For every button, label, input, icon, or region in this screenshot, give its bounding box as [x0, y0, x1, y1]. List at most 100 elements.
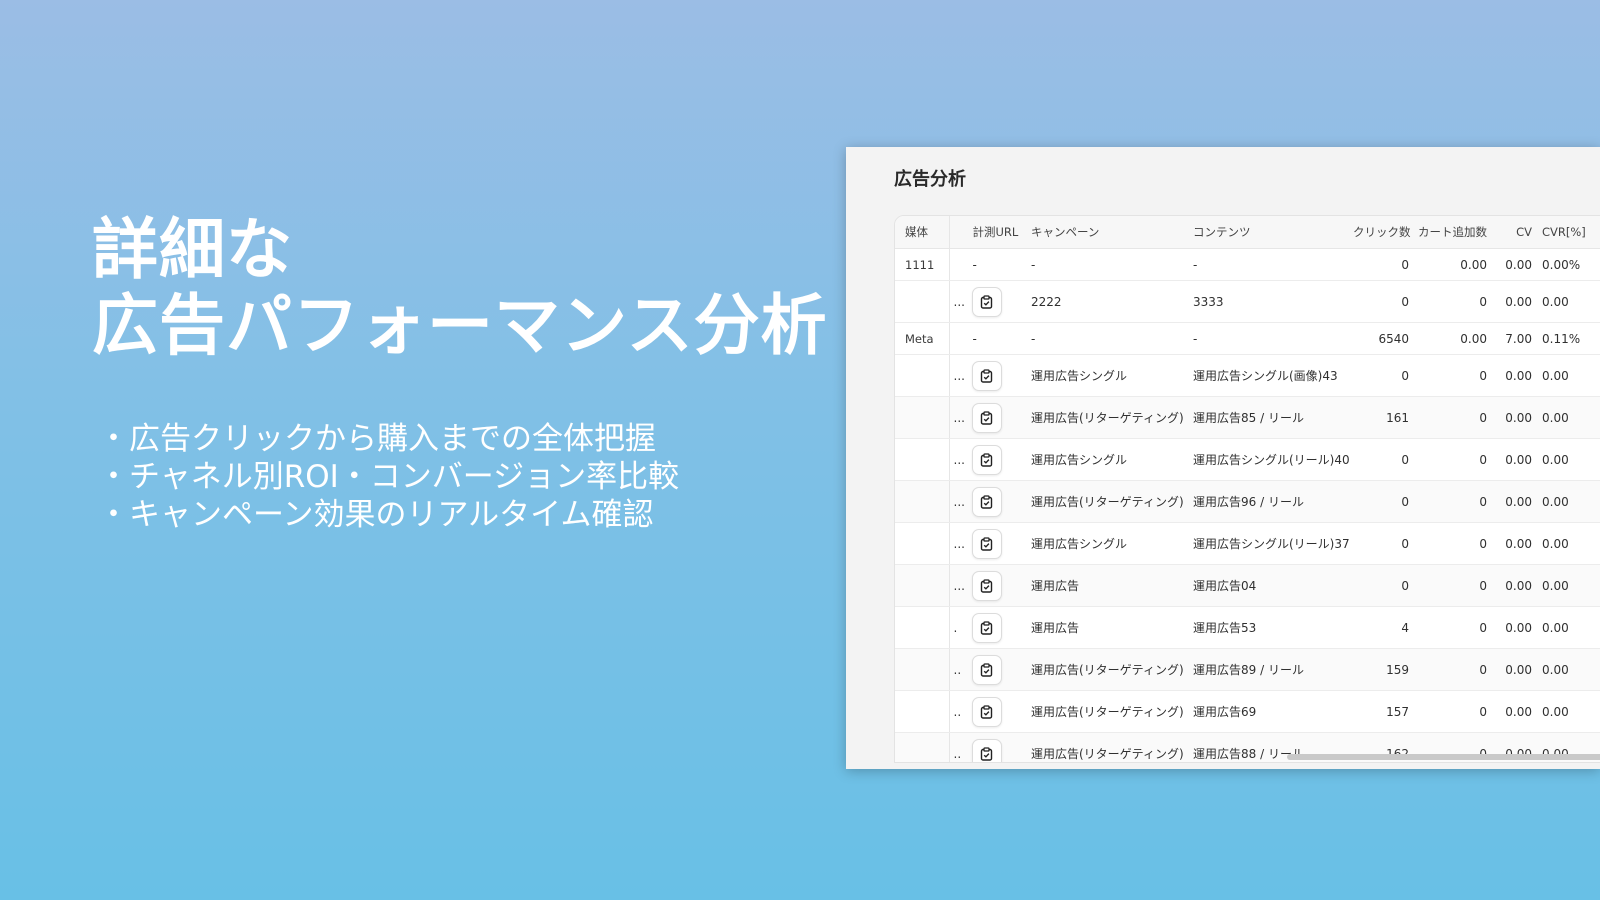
- cell-url: ...: [949, 480, 1027, 523]
- cell-content: -: [1189, 322, 1353, 355]
- cell-clicks: 0: [1353, 280, 1413, 323]
- copy-url-button[interactable]: [971, 612, 1002, 643]
- clipboard-check-icon: [980, 368, 993, 383]
- cell-campaign: 運用広告シングル: [1027, 354, 1189, 397]
- truncated-url: ...: [953, 294, 965, 309]
- cell-campaign: 2222: [1027, 280, 1189, 323]
- cell-media-empty: [895, 606, 950, 649]
- clipboard-check-icon: [980, 620, 993, 635]
- cell-cvr: 0.00%: [1536, 248, 1600, 281]
- cell-url: ...: [949, 354, 1027, 397]
- feature-item: 広告クリックから購入までの全体把握: [98, 420, 679, 458]
- table-row[interactable]: ... 運用広告シングル 運用広告シングル(画像)43 0 0 0.00 0.00: [895, 354, 1600, 397]
- cell-clicks: 0: [1353, 480, 1413, 523]
- cell-url: ..: [949, 690, 1027, 733]
- table-row[interactable]: ... 運用広告(リターゲティング) 運用広告96 / リール 0 0 0.00 0.00: [895, 480, 1600, 523]
- cell-cv: 0.00: [1491, 522, 1536, 565]
- cell-clicks: 0: [1353, 248, 1413, 281]
- truncated-url: .: [953, 620, 958, 635]
- cell-content: 3333: [1189, 280, 1353, 323]
- cell-cvr: 0.00: [1536, 354, 1600, 397]
- cell-cart: 0: [1413, 648, 1491, 691]
- cell-content: 運用広告04: [1189, 564, 1353, 607]
- clipboard-check-icon: [980, 536, 993, 551]
- col-header-clicks[interactable]: クリック数: [1353, 216, 1413, 249]
- cell-cv: 0.00: [1491, 280, 1536, 323]
- cell-cv: 0.00: [1491, 564, 1536, 607]
- table-header-row: 媒体 計測URL キャンペーン コンテンツ クリック数 カート追加数 CV CV…: [895, 216, 1600, 249]
- table-row[interactable]: .. 運用広告(リターゲティング) 運用広告89 / リール 159 0 0.00 0.00: [895, 648, 1600, 691]
- cell-cvr: 0.00: [1536, 480, 1600, 523]
- ad-analysis-panel: 広告分析 媒体 計測URL キャンペーン コンテンツ クリック数 カート追加数 …: [846, 147, 1600, 769]
- copy-url-button[interactable]: [971, 486, 1002, 517]
- clipboard-check-icon: [980, 294, 993, 309]
- table-row[interactable]: ... 運用広告シングル 運用広告シングル(リール)37 0 0 0.00 0.00: [895, 522, 1600, 565]
- table-row[interactable]: ... 2222 3333 0 0 0.00 0.00: [895, 280, 1600, 323]
- col-header-content[interactable]: コンテンツ: [1189, 216, 1353, 249]
- clipboard-check-icon: [980, 452, 993, 467]
- cell-content: -: [1189, 248, 1353, 281]
- table-row[interactable]: ... 運用広告(リターゲティング) 運用広告85 / リール 161 0 0.00 0.0…: [895, 396, 1600, 439]
- cell-cvr: 0.00: [1536, 648, 1600, 691]
- cell-campaign: -: [1027, 322, 1189, 355]
- cell-content: 運用広告89 / リール: [1189, 648, 1353, 691]
- table-row-media[interactable]: Meta - - -6540 0.00 7.00 0.11%: [895, 322, 1600, 355]
- copy-url-button[interactable]: [971, 654, 1002, 685]
- cell-url: ...: [949, 438, 1027, 481]
- clipboard-check-icon: [980, 410, 993, 425]
- feature-list: 広告クリックから購入までの全体把握 チャネル別ROI・コンバージョン率比較 キャ…: [98, 420, 679, 534]
- cell-content: 運用広告シングル(リール)37: [1189, 522, 1353, 565]
- cell-cvr: 0.00: [1536, 522, 1600, 565]
- copy-url-button[interactable]: [971, 528, 1002, 559]
- cell-cart: 0: [1413, 690, 1491, 733]
- cell-clicks: 161: [1353, 396, 1413, 439]
- cell-content: 運用広告69: [1189, 690, 1353, 733]
- cell-cart: 0: [1413, 606, 1491, 649]
- cell-cvr: 0.11%: [1536, 322, 1600, 355]
- copy-url-button[interactable]: [971, 570, 1002, 601]
- col-header-cv[interactable]: CV: [1491, 216, 1536, 249]
- cell-cart: 0.00: [1413, 248, 1491, 281]
- cell-cart: 0: [1413, 522, 1491, 565]
- clipboard-check-icon: [980, 746, 993, 761]
- cell-cvr: 0.00: [1536, 280, 1600, 323]
- clipboard-check-icon: [980, 662, 993, 677]
- table-row-media[interactable]: 1111- - -0 0.00 0.00 0.00%: [895, 248, 1600, 281]
- cell-campaign: 運用広告(リターゲティング): [1027, 648, 1189, 691]
- cell-media: Meta: [895, 322, 950, 355]
- horizontal-scrollbar[interactable]: [1287, 754, 1600, 760]
- col-header-cart[interactable]: カート追加数: [1413, 216, 1491, 249]
- copy-url-button[interactable]: [971, 286, 1002, 317]
- clipboard-check-icon: [980, 704, 993, 719]
- col-header-url[interactable]: 計測URL: [949, 216, 1027, 249]
- cell-cvr: 0.00: [1536, 564, 1600, 607]
- col-header-cvr[interactable]: CVR[%]: [1536, 216, 1600, 249]
- copy-url-button[interactable]: [971, 444, 1002, 475]
- truncated-url: ..: [953, 746, 962, 761]
- table-row[interactable]: ... 運用広告 運用広告04 0 0 0.00 0.00: [895, 564, 1600, 607]
- col-header-media[interactable]: 媒体: [895, 216, 950, 249]
- copy-url-button[interactable]: [971, 738, 1002, 762]
- cell-url: ..: [949, 648, 1027, 691]
- table-row[interactable]: .. 運用広告(リターゲティング) 運用広告69 157 0 0.00 0.00: [895, 690, 1600, 733]
- cell-url: ...: [949, 522, 1027, 565]
- cell-url: ...: [949, 564, 1027, 607]
- col-header-campaign[interactable]: キャンペーン: [1027, 216, 1189, 249]
- copy-url-button[interactable]: [971, 360, 1002, 391]
- cell-clicks: 6540: [1353, 322, 1413, 355]
- cell-campaign: 運用広告シングル: [1027, 438, 1189, 481]
- cell-media-empty: [895, 280, 950, 323]
- cell-cart: 0.00: [1413, 322, 1491, 355]
- copy-url-button[interactable]: [971, 402, 1002, 433]
- ad-analysis-table-container[interactable]: 媒体 計測URL キャンペーン コンテンツ クリック数 カート追加数 CV CV…: [894, 215, 1600, 763]
- table-row[interactable]: . 運用広告 運用広告53 4 0 0.00 0.00: [895, 606, 1600, 649]
- truncated-url: ...: [953, 578, 965, 593]
- copy-url-button[interactable]: [971, 696, 1002, 727]
- cell-cart: 0: [1413, 354, 1491, 397]
- cell-content: 運用広告53: [1189, 606, 1353, 649]
- cell-content: 運用広告シングル(リール)40: [1189, 438, 1353, 481]
- cell-cart: 0: [1413, 480, 1491, 523]
- table-row[interactable]: ... 運用広告シングル 運用広告シングル(リール)40 0 0 0.00 0.00: [895, 438, 1600, 481]
- panel-title: 広告分析: [894, 169, 966, 190]
- cell-media-empty: [895, 732, 950, 762]
